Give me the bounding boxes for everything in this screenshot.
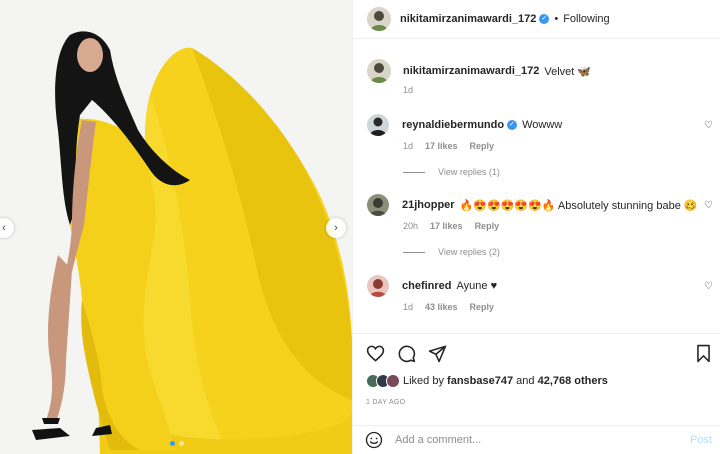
comment-meta: 1d 43 likes Reply [403, 302, 494, 312]
comment-like-heart-icon[interactable]: ♡ [704, 281, 713, 292]
post-side-panel: nikitamirzanimawardi_172 ✓ • Following n… [353, 0, 720, 454]
comment-reply-button[interactable]: Reply [470, 302, 495, 312]
heart-icon[interactable] [366, 344, 385, 363]
view-replies-label: View replies (1) [438, 167, 500, 177]
likes-first-user[interactable]: fansbase747 [447, 375, 513, 387]
view-replies-button[interactable]: View replies (2) [403, 247, 500, 257]
likes-others[interactable]: 42,768 others [538, 375, 608, 387]
author-avatar[interactable] [367, 59, 391, 83]
view-replies-button[interactable]: View replies (1) [403, 167, 500, 177]
likes-prefix: Liked by [403, 375, 444, 387]
carousel-dot-active [169, 441, 175, 446]
post-timestamp[interactable]: 1 DAY AGO [366, 399, 405, 406]
comment-age: 1d [403, 141, 414, 151]
comment-icon[interactable] [397, 344, 416, 363]
share-icon[interactable] [428, 344, 447, 363]
carousel-dots [0, 441, 352, 446]
view-replies-line [403, 251, 425, 253]
post-dialog: ‹ › nikitamirzanimawardi_172 ✓ • Followi… [0, 0, 720, 454]
comment-like-heart-icon[interactable]: ♡ [704, 120, 713, 131]
verified-badge-icon: ✓ [507, 120, 518, 130]
comment-likes[interactable]: 43 likes [425, 302, 458, 312]
comment-input[interactable]: Add a comment... [395, 434, 690, 446]
carousel-dot [178, 441, 184, 446]
comment-text: Wowww [522, 119, 563, 131]
author-avatar[interactable] [367, 7, 391, 31]
comment-reply-button[interactable]: Reply [470, 141, 495, 151]
bookmark-icon[interactable] [695, 344, 712, 363]
verified-badge-icon: ✓ [539, 14, 550, 24]
likes-summary: Liked by fansbase747 and 42,768 others [366, 374, 608, 388]
following-button[interactable]: Following [563, 13, 609, 25]
comment-likes[interactable]: 17 likes [430, 221, 463, 231]
view-replies-label: View replies (2) [438, 247, 500, 257]
caption-username[interactable]: nikitamirzanimawardi_172 [403, 65, 539, 77]
comments-list: nikitamirzanimawardi_172 Velvet 🦋 1d rey… [353, 40, 720, 332]
caption-age: 1d [403, 85, 414, 95]
commenter-avatar[interactable] [367, 275, 389, 297]
post-header: nikitamirzanimawardi_172 ✓ • Following [353, 0, 720, 39]
comment-like-heart-icon[interactable]: ♡ [704, 200, 713, 211]
comment-text: Ayune ♥ [456, 280, 498, 292]
post-photo [0, 0, 352, 454]
post-actions: Liked by fansbase747 and 42,768 others 1… [353, 333, 720, 425]
caption-row: nikitamirzanimawardi_172 Velvet 🦋 [367, 59, 710, 83]
comment-reply-button[interactable]: Reply [475, 221, 500, 231]
liker-avatars [366, 374, 400, 388]
view-replies-line [403, 171, 425, 173]
comment-composer: Add a comment... Post [353, 425, 720, 454]
liker-avatar[interactable] [386, 374, 400, 388]
comment-row: reynaldiebermundo ✓ Wowww [367, 114, 710, 136]
comment-row: 21jhopper 🔥😍😍😍😍😍🔥 Absolutely stunning ba… [367, 194, 710, 216]
comment-age: 1d [403, 302, 414, 312]
caption-meta: 1d [403, 85, 413, 95]
comment-username[interactable]: reynaldiebermundo [402, 119, 504, 131]
comment-age: 20h [403, 221, 419, 231]
author-username[interactable]: nikitamirzanimawardi_172 [400, 13, 536, 25]
comment-text: 🔥😍😍😍😍😍🔥 Absolutely stunning babe 🥴 [459, 199, 698, 212]
chevron-right-icon[interactable]: › [326, 218, 346, 238]
comment-meta: 1d 17 likes Reply [403, 141, 494, 151]
post-comment-button[interactable]: Post [690, 434, 712, 446]
likes-conjunction: and [516, 375, 535, 387]
comment-meta: 20h 17 likes Reply [403, 221, 499, 231]
comment-username[interactable]: chefinred [402, 280, 452, 292]
comment-username[interactable]: 21jhopper [402, 199, 455, 211]
comment-likes[interactable]: 17 likes [425, 141, 458, 151]
commenter-avatar[interactable] [367, 114, 389, 136]
commenter-avatar[interactable] [367, 194, 389, 216]
post-media: ‹ › [0, 0, 353, 454]
comment-row: chefinred Ayune ♥ [367, 275, 710, 297]
emoji-icon[interactable] [365, 431, 383, 449]
caption-text: Velvet 🦋 [544, 65, 592, 78]
header-separator: • [554, 13, 559, 25]
